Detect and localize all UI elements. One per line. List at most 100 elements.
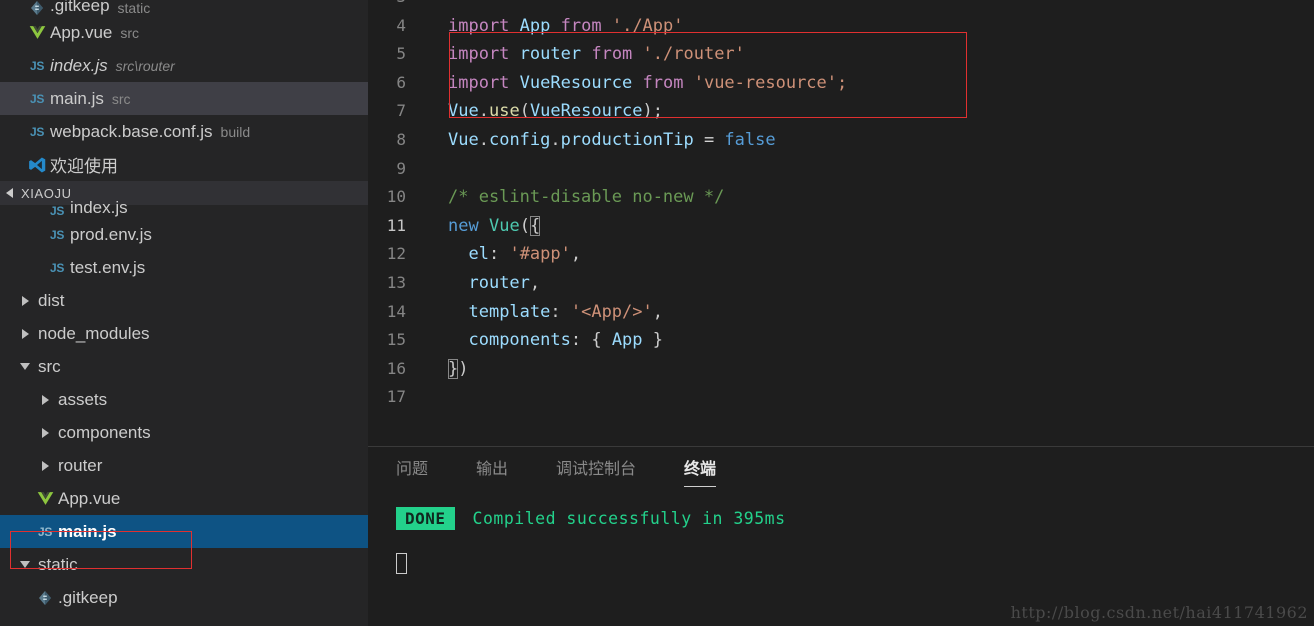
token-operator: = (693, 129, 725, 150)
panel-tab-bar[interactable]: 问题 输出 调试控制台 终端 (368, 447, 1314, 493)
chevron-collapse-icon[interactable] (6, 188, 13, 198)
code-line: 14 template: '<App/>', (368, 298, 1314, 327)
token-property: config (488, 129, 551, 150)
terminal-output[interactable]: DONE Compiled successfully in 395ms (368, 493, 1314, 574)
line-number: 14 (386, 301, 406, 321)
open-editor-item-main-js[interactable]: JS main.js src (0, 82, 368, 115)
chevron-down-icon[interactable] (12, 363, 38, 370)
open-editor-item-gitkeep[interactable]: .gitkeep static (0, 0, 368, 16)
tree-item-src[interactable]: src (0, 350, 368, 383)
tree-item-label: assets (58, 389, 108, 409)
panel-tab-output[interactable]: 输出 (476, 455, 508, 485)
file-tree[interactable]: JS index.js JS prod.env.js JS test.env.j… (0, 198, 368, 614)
token-property: router (468, 272, 530, 293)
code-line: 7 Vue.use(VueResource); (368, 97, 1314, 126)
tree-item-main-js[interactable]: JS main.js (0, 515, 368, 548)
code-line: 8 Vue.config.productionTip = false (368, 126, 1314, 155)
js-file-icon: JS (37, 524, 53, 539)
open-editor-item-welcome[interactable]: 欢迎使用 (0, 148, 368, 181)
terminal-cursor[interactable] (396, 553, 407, 574)
token-keyword: from (642, 72, 684, 93)
js-file-icon: JS (49, 204, 65, 218)
token-function: use (488, 101, 520, 122)
panel-tab-problems[interactable]: 问题 (396, 455, 428, 485)
tree-item-gitkeep[interactable]: .gitkeep (0, 581, 368, 614)
tree-item-router[interactable]: router (0, 449, 368, 482)
js-file-icon: JS (49, 227, 65, 242)
panel-tab-terminal[interactable]: 终端 (684, 455, 717, 487)
open-editor-desc: src (111, 90, 131, 107)
panel-tab-debug-console[interactable]: 调试控制台 (556, 455, 636, 485)
token-punct: : (570, 330, 592, 351)
token-punct: , (652, 301, 663, 322)
token-string: './router' (642, 44, 745, 65)
line-number: 13 (386, 272, 406, 292)
open-editor-desc: src\router (115, 57, 175, 74)
code-line: 13 router, (368, 269, 1314, 298)
tree-item-index-js[interactable]: JS index.js (0, 198, 368, 218)
tree-item-label: prod.env.js (70, 224, 152, 244)
tree-item-components[interactable]: components (0, 416, 368, 449)
line-content: Vue.config.productionTip = false (428, 126, 776, 155)
token-punct: . (478, 101, 489, 122)
tree-item-label: test.env.js (70, 257, 146, 277)
line-content: router, (428, 269, 540, 298)
tree-item-assets[interactable]: assets (0, 383, 368, 416)
token-identifier: Vue (448, 101, 479, 122)
tree-item-node-modules[interactable]: node_modules (0, 317, 368, 350)
tree-item-label: .gitkeep (58, 587, 118, 607)
vscode-logo-icon (24, 156, 50, 174)
token-string: '<App/>' (570, 301, 653, 322)
tree-item-label: static (38, 554, 78, 574)
code-line: 15 components: { App } (368, 326, 1314, 355)
code-editor[interactable]: 3 ' 4 import App from './App' 5 import r… (368, 0, 1314, 446)
line-content: components: { App } (428, 326, 663, 355)
chevron-right-icon[interactable] (32, 394, 58, 405)
token-punct: . (478, 129, 489, 150)
tree-item-prod-env-js[interactable]: JS prod.env.js (0, 218, 368, 251)
token-string: '#app' (509, 244, 571, 265)
tree-item-app-vue[interactable]: App.vue (0, 482, 368, 515)
line-content: el: '#app', (428, 240, 581, 269)
line-content: import router from './router' (428, 40, 745, 69)
tree-item-dist[interactable]: dist (0, 284, 368, 317)
token-punct: { (591, 330, 612, 351)
line-number: 9 (396, 158, 406, 178)
token-punct: ); (642, 101, 664, 122)
token-identifier: VueResource (519, 72, 633, 93)
status-badge: DONE (396, 506, 455, 530)
token-punct: ( (519, 101, 530, 122)
chevron-right-icon[interactable] (32, 460, 58, 471)
bottom-panel[interactable]: 问题 输出 调试控制台 终端 DONE Compiled successfull… (368, 446, 1314, 626)
chevron-right-icon[interactable] (12, 328, 38, 339)
line-content: new Vue({ (428, 212, 541, 241)
token-keyword: from (591, 44, 633, 65)
open-editor-item-webpack-conf[interactable]: JS webpack.base.conf.js build (0, 115, 368, 148)
tree-item-label: components (58, 422, 151, 442)
chevron-down-icon[interactable] (12, 561, 38, 568)
line-number: 10 (386, 187, 406, 207)
line-content: ' (428, 0, 458, 12)
line-number: 7 (396, 101, 406, 121)
token-identifier: VueResource (529, 101, 643, 122)
line-number: 11 (386, 215, 406, 235)
token-punct: , (570, 244, 582, 265)
vue-file-icon (32, 491, 58, 506)
tree-item-test-env-js[interactable]: JS test.env.js (0, 251, 368, 284)
token-keyword: import (448, 15, 510, 36)
open-editor-name: .gitkeep (50, 0, 110, 15)
tree-item-static[interactable]: static (0, 548, 368, 581)
open-editors-list[interactable]: .gitkeep static App.vue src JS index.js … (0, 0, 368, 181)
chevron-right-icon[interactable] (32, 427, 58, 438)
open-editor-item-app-vue[interactable]: App.vue src (0, 16, 368, 49)
token-identifier: Vue (448, 129, 479, 150)
chevron-right-icon[interactable] (12, 295, 38, 306)
token-keyword: new (448, 215, 479, 236)
code-line: 17 (368, 383, 1314, 412)
token-punct: : (488, 244, 510, 265)
open-editor-item-index-js[interactable]: JS index.js src\router (0, 49, 368, 82)
line-number: 17 (386, 387, 406, 407)
explorer-sidebar[interactable]: .gitkeep static App.vue src JS index.js … (0, 0, 368, 626)
token-punct: : (550, 301, 571, 322)
token-identifier: App (611, 330, 643, 351)
